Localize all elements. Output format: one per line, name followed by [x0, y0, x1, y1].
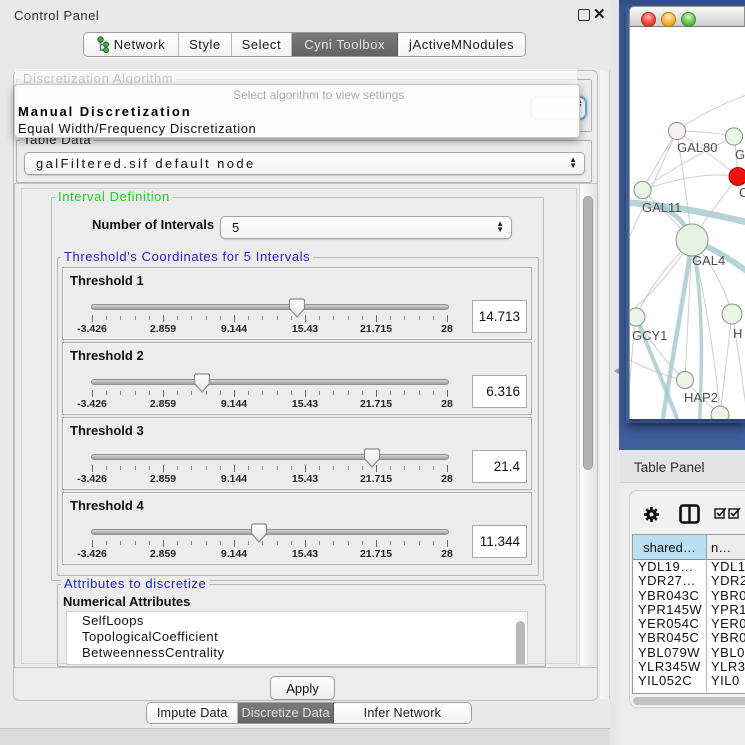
svg-text:C: C: [739, 185, 745, 200]
svg-text:G: G: [735, 147, 745, 162]
svg-text:GAL11: GAL11: [642, 200, 682, 215]
svg-text:GAL4: GAL4: [692, 253, 725, 268]
svg-text:HAP2: HAP2: [684, 390, 718, 405]
svg-text:GCY1: GCY1: [632, 328, 667, 343]
svg-text:GAL80: GAL80: [677, 140, 717, 155]
svg-text:H: H: [733, 326, 742, 341]
